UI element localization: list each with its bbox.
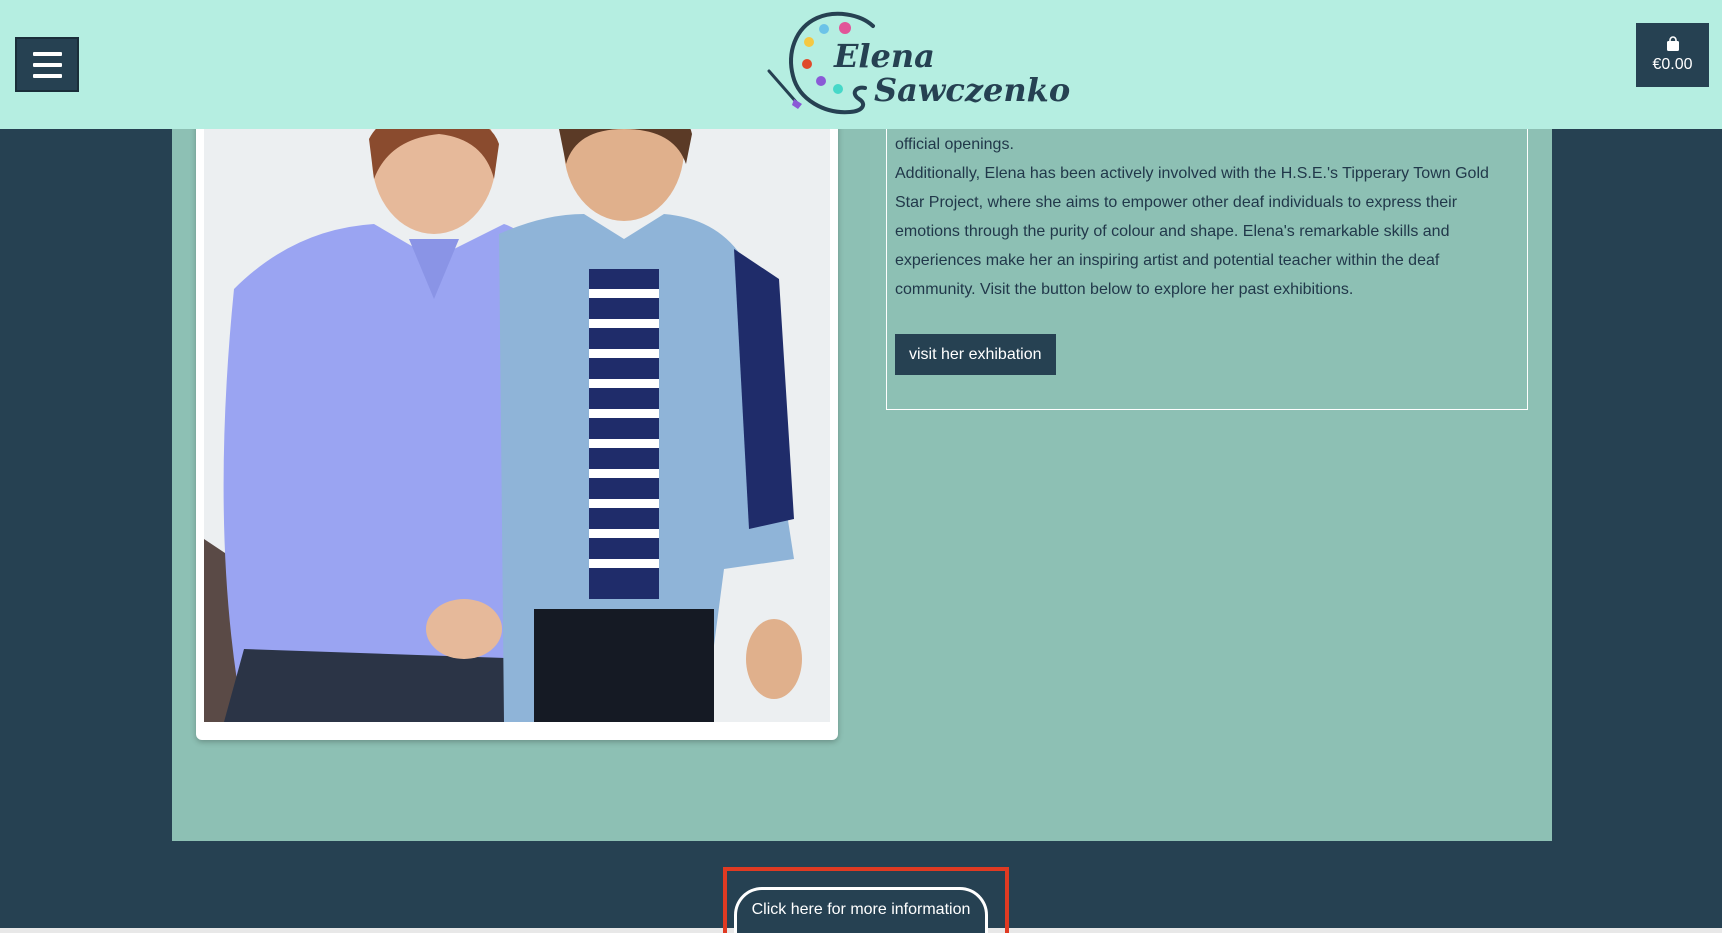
visit-exhibition-button[interactable]: visit her exhibation bbox=[895, 334, 1056, 375]
logo-first-name: Elena bbox=[834, 37, 935, 75]
bio-paragraph-end: official openings. bbox=[895, 136, 1014, 153]
cart-total: €0.00 bbox=[1652, 56, 1693, 73]
menu-icon-bar bbox=[32, 73, 62, 78]
about-section: official openings. Additionally, Elena h… bbox=[172, 119, 1552, 841]
artist-photo bbox=[204, 119, 830, 722]
cart-button[interactable]: €0.00 bbox=[1636, 23, 1709, 87]
menu-icon-bar bbox=[32, 51, 62, 56]
bio-paragraph: Additionally, Elena has been actively in… bbox=[895, 165, 1489, 298]
shopping-bag-icon bbox=[1666, 36, 1679, 51]
logo-last-name: Sawczenko bbox=[874, 71, 1071, 109]
bio-text-box: official openings. Additionally, Elena h… bbox=[886, 119, 1528, 410]
site-logo[interactable]: Elena Sawczenko bbox=[765, 8, 1070, 120]
more-information-button[interactable]: Click here for more information bbox=[734, 887, 988, 933]
site-header: Elena Sawczenko €0.00 bbox=[0, 0, 1722, 129]
menu-button[interactable] bbox=[15, 37, 79, 92]
menu-icon-bar bbox=[32, 62, 62, 67]
photo-frame bbox=[196, 119, 838, 740]
